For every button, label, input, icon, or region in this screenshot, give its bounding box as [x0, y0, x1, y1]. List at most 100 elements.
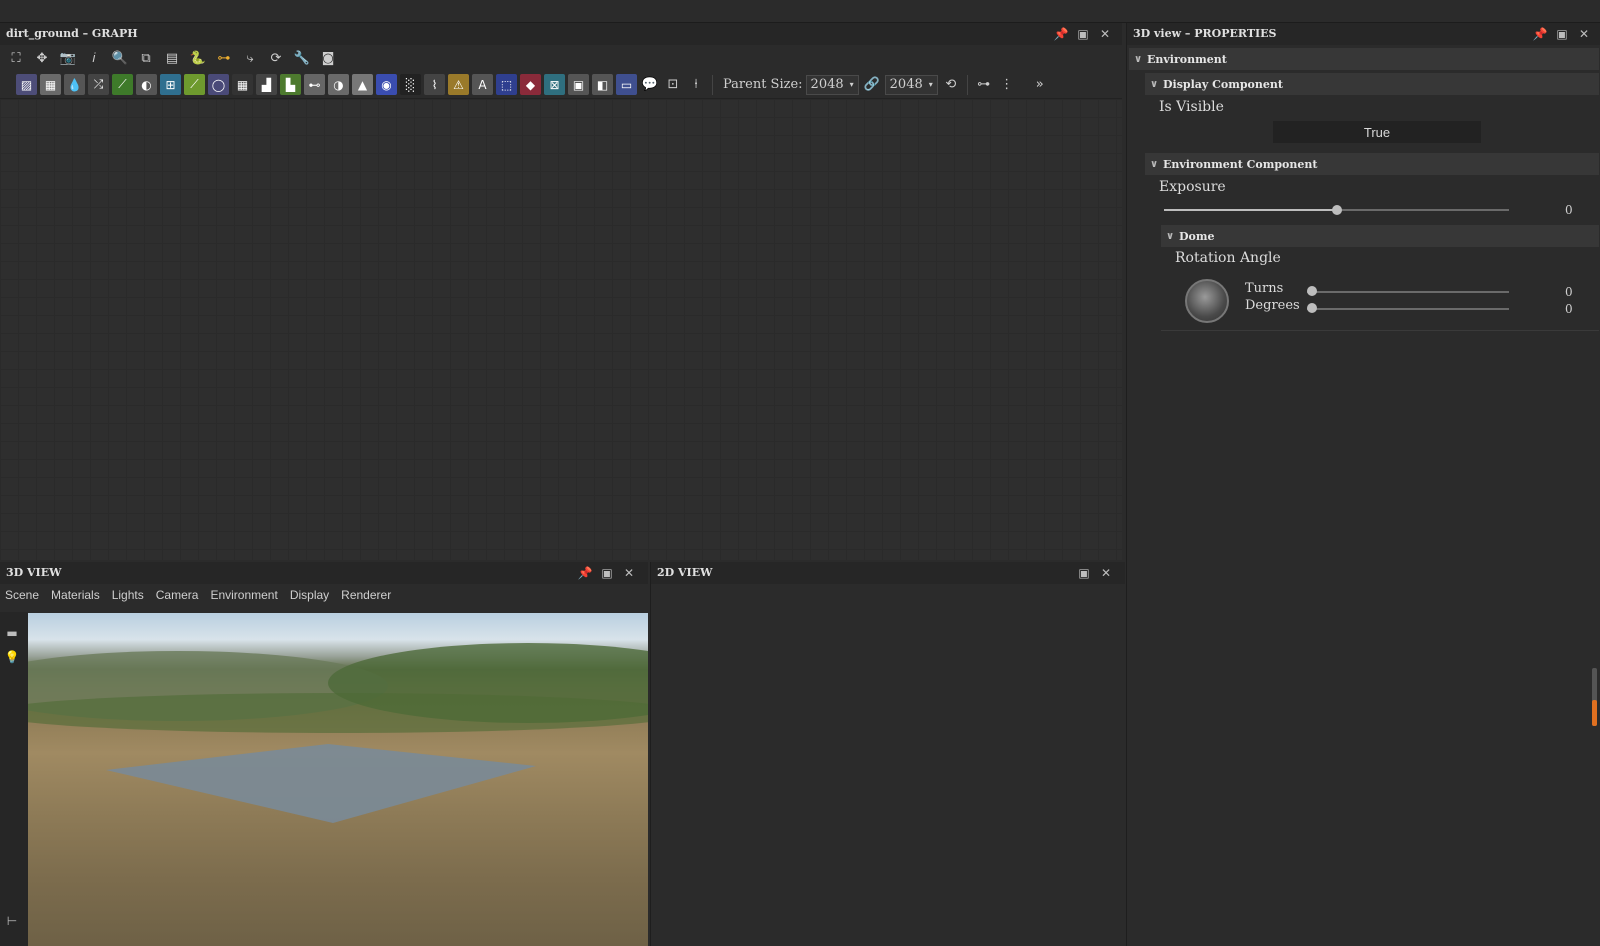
2d-view-panel: 2D VIEW ▣ ✕: [650, 562, 1125, 946]
maximize-icon[interactable]: ▣: [1555, 27, 1569, 41]
node-layout-icon[interactable]: ⧉: [136, 48, 156, 68]
link-nodes-icon[interactable]: ⊶: [214, 48, 234, 68]
collapse-nodes-icon[interactable]: ⊶: [974, 75, 994, 95]
comment-icon[interactable]: 💬: [640, 75, 660, 95]
paint-icon[interactable]: ◆: [520, 74, 541, 95]
close-icon[interactable]: ✕: [1098, 27, 1112, 41]
hierarchy-icon[interactable]: ⊢: [5, 914, 19, 928]
turns-label: Turns: [1245, 281, 1284, 296]
rotation-dial[interactable]: [1185, 279, 1229, 323]
environment-section[interactable]: ∨ Environment: [1129, 48, 1599, 70]
tools-icon[interactable]: 🔧: [292, 48, 312, 68]
maximize-icon[interactable]: ▣: [1076, 27, 1090, 41]
panel-icon[interactable]: ▤: [162, 48, 182, 68]
menu-lights[interactable]: Lights: [112, 588, 144, 602]
height-dropdown[interactable]: 2048 ▾: [884, 74, 938, 95]
graph-canvas[interactable]: [0, 99, 1122, 560]
align-vertical-icon[interactable]: ⋮: [997, 75, 1017, 95]
degrees-slider-handle[interactable]: [1307, 303, 1317, 313]
connect-icon[interactable]: ⊷: [304, 74, 325, 95]
split-icon[interactable]: ◧: [592, 74, 613, 95]
light-bulb-icon[interactable]: 💡: [5, 650, 20, 664]
menu-renderer[interactable]: Renderer: [341, 588, 391, 602]
gradient-icon[interactable]: ⟋: [184, 74, 205, 95]
overflow-icon[interactable]: »: [1030, 75, 1050, 95]
pin-icon[interactable]: 📌: [1533, 27, 1548, 41]
pin-icon[interactable]: 📌: [1054, 27, 1069, 41]
dome-section[interactable]: ∨ Dome: [1161, 225, 1599, 247]
frame-all-icon[interactable]: ⛶: [6, 48, 26, 68]
environment-component-label: Environment Component: [1163, 157, 1318, 171]
warp-icon[interactable]: ⌇: [424, 74, 445, 95]
close-icon[interactable]: ✕: [1577, 27, 1591, 41]
python-icon[interactable]: 🐍: [188, 48, 208, 68]
close-icon[interactable]: ✕: [622, 566, 636, 580]
bitmap-node-icon[interactable]: ▨: [16, 74, 37, 95]
record-icon[interactable]: ◙: [318, 48, 338, 68]
height-value: 2048: [889, 77, 923, 92]
search-icon[interactable]: 🔍: [110, 48, 130, 68]
blend-icon[interactable]: ◐: [136, 74, 157, 95]
maximize-icon[interactable]: ▣: [1077, 566, 1091, 580]
exposure-value[interactable]: 0: [1565, 203, 1573, 217]
exposure-slider-handle[interactable]: [1332, 205, 1342, 215]
environment-component-section[interactable]: ∨ Environment Component: [1145, 153, 1599, 175]
menu-environment[interactable]: Environment: [210, 588, 277, 602]
pattern-icon[interactable]: ⊠: [544, 74, 565, 95]
curve-icon[interactable]: ⟋: [112, 74, 133, 95]
is-visible-toggle[interactable]: True: [1273, 121, 1481, 143]
menu-materials[interactable]: Materials: [51, 588, 100, 602]
refresh-icon[interactable]: ⟳: [266, 48, 286, 68]
graph-title: dirt_ground – GRAPH: [0, 23, 1122, 45]
svg-node-icon[interactable]: ▦: [40, 74, 61, 95]
turns-value[interactable]: 0: [1565, 285, 1573, 299]
close-icon[interactable]: ✕: [1099, 566, 1113, 580]
crop-icon[interactable]: ▭: [616, 74, 637, 95]
3d-view-title: 3D VIEW: [0, 562, 648, 584]
sphere-icon[interactable]: ◑: [328, 74, 349, 95]
exposure-slider-fill: [1164, 209, 1337, 211]
link-ratio-icon[interactable]: 🔗: [862, 75, 882, 95]
properties-scrollbar-accent: [1592, 700, 1597, 726]
3d-viewport[interactable]: [28, 613, 648, 946]
degrees-slider[interactable]: [1307, 308, 1509, 310]
turns-slider[interactable]: [1307, 291, 1509, 293]
tile-icon[interactable]: ▦: [232, 74, 253, 95]
shuffle-icon[interactable]: ⤮: [88, 74, 109, 95]
is-visible-label: Is Visible: [1159, 99, 1224, 115]
pan-icon[interactable]: ✥: [32, 48, 52, 68]
selection-icon[interactable]: ⬚: [496, 74, 517, 95]
ground-plane: [106, 744, 536, 823]
circle-node-icon[interactable]: ◯: [208, 74, 229, 95]
fill-icon[interactable]: ▟: [256, 74, 277, 95]
info-icon[interactable]: 𝑖: [84, 48, 104, 68]
menu-scene[interactable]: Scene: [5, 588, 39, 602]
connector-icon[interactable]: ⤷: [240, 48, 260, 68]
properties-title: 3D view – PROPERTIES: [1127, 23, 1600, 45]
noise-icon[interactable]: ░: [400, 74, 421, 95]
turns-slider-handle[interactable]: [1307, 286, 1317, 296]
pin-icon[interactable]: 📌: [578, 566, 593, 580]
video-camera-icon[interactable]: ▬: [5, 626, 19, 640]
frame-icon[interactable]: ▣: [568, 74, 589, 95]
reset-icon[interactable]: ⟲: [941, 75, 961, 95]
text-icon[interactable]: A: [472, 74, 493, 95]
histogram-icon[interactable]: ▲: [352, 74, 373, 95]
chevron-down-icon: ▾: [849, 80, 854, 89]
transform-icon[interactable]: ⊞: [160, 74, 181, 95]
symmetry-icon[interactable]: ⚠: [448, 74, 469, 95]
graph-toolbar-nodes: ▨ ▦ 💧 ⤮ ⟋ ◐ ⊞ ⟋ ◯ ▦ ▟ ▙ ⊷ ◑ ▲ ◉ ░ ⌇ ⚠ A …: [0, 71, 1122, 99]
color-wheel-icon[interactable]: ◉: [376, 74, 397, 95]
menu-display[interactable]: Display: [290, 588, 329, 602]
uniform-color-icon[interactable]: 💧: [64, 74, 85, 95]
width-dropdown[interactable]: 2048 ▾: [805, 74, 859, 95]
2d-view-title-icons: ▣ ✕: [1077, 562, 1113, 584]
pin-node-icon[interactable]: ⍿: [686, 75, 706, 95]
camera-icon[interactable]: 📷: [58, 48, 78, 68]
image-frame-icon[interactable]: ⊡: [663, 75, 683, 95]
maximize-icon[interactable]: ▣: [600, 566, 614, 580]
bake-icon[interactable]: ▙: [280, 74, 301, 95]
degrees-value[interactable]: 0: [1565, 302, 1573, 316]
menu-camera[interactable]: Camera: [156, 588, 199, 602]
display-component-section[interactable]: ∨ Display Component: [1145, 73, 1599, 95]
